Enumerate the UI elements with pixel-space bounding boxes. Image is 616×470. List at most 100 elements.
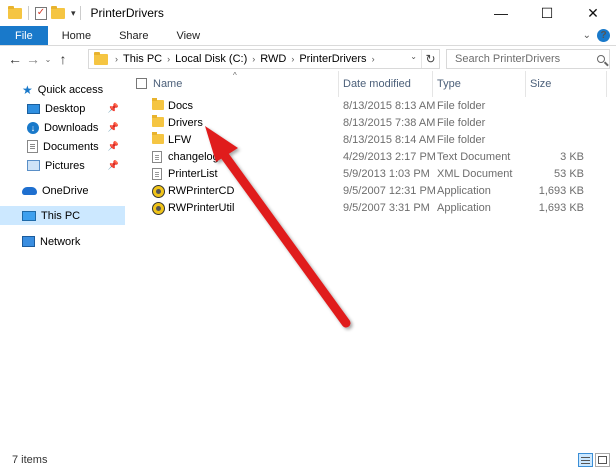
application-icon [152, 202, 165, 218]
properties-icon[interactable]: ✓ [35, 6, 47, 20]
breadcrumb-rwd[interactable]: RWD [258, 53, 288, 65]
table-row[interactable]: LFW 8/13/2015 8:14 AM File folder [130, 132, 616, 149]
sidebar-item-downloads[interactable]: ↓ Downloads 📌 [0, 118, 125, 137]
file-name: changelog [168, 151, 219, 163]
column-header-name[interactable]: Name [153, 78, 182, 90]
file-type: File folder [437, 100, 486, 112]
search-box[interactable]: Search PrinterDrivers [446, 49, 610, 69]
file-date: 4/29/2013 2:17 PM [343, 151, 436, 163]
breadcrumb-printerdrivers[interactable]: PrinterDrivers [297, 53, 368, 65]
column-divider[interactable] [338, 71, 339, 97]
tab-view[interactable]: View [162, 26, 214, 45]
column-header-date[interactable]: Date modified [343, 78, 411, 90]
sidebar-item-pictures[interactable]: Pictures 📌 [0, 156, 125, 175]
sidebar-item-label: Documents [43, 140, 99, 153]
column-divider[interactable] [606, 71, 607, 97]
table-row[interactable]: RWPrinterUtil 9/5/2007 3:31 PM Applicati… [130, 200, 616, 217]
search-input[interactable]: Search PrinterDrivers [455, 53, 560, 65]
sidebar-item-onedrive[interactable]: OneDrive [0, 181, 125, 200]
sort-ascending-icon: ^ [233, 71, 237, 80]
sidebar-item-label: Downloads [44, 121, 99, 134]
file-name: Docs [168, 100, 194, 112]
table-row[interactable]: PrinterList 5/9/2013 1:03 PM XML Documen… [130, 166, 616, 183]
navigation-bar: ← → ⌄ ↑ › This PC › Local Disk (C:) › RW… [0, 47, 616, 71]
pin-icon[interactable]: 📌 [108, 160, 119, 171]
folder-icon[interactable] [8, 5, 22, 19]
help-icon[interactable]: ? [597, 29, 610, 42]
application-icon [152, 185, 165, 201]
sidebar-item-network[interactable]: Network [0, 232, 125, 251]
pin-icon[interactable]: 📌 [108, 141, 119, 152]
column-header-type[interactable]: Type [437, 78, 461, 90]
pin-icon[interactable]: 📌 [108, 122, 119, 133]
back-button[interactable]: ← [6, 51, 24, 67]
expand-ribbon-icon[interactable]: ⌄ [583, 30, 591, 41]
chevron-right-icon[interactable]: › [164, 54, 173, 64]
column-header-size[interactable]: Size [530, 78, 551, 90]
forward-button[interactable]: → [24, 51, 42, 67]
large-icons-view-button[interactable] [595, 453, 610, 467]
table-row[interactable]: Drivers 8/13/2015 7:38 AM File folder [130, 115, 616, 132]
title-bar: ✓ ▾ PrinterDrivers — ☐ ✕ [0, 0, 616, 26]
search-icon[interactable] [597, 52, 605, 66]
new-folder-icon[interactable] [51, 5, 65, 19]
chevron-right-icon[interactable]: › [112, 54, 121, 64]
table-row[interactable]: changelog 4/29/2013 2:17 PM Text Documen… [130, 149, 616, 166]
maximize-button[interactable]: ☐ [524, 0, 570, 26]
sidebar-item-quick-access[interactable]: ★ Quick access [0, 80, 125, 99]
file-size: 1,693 KB [538, 185, 584, 197]
file-date: 9/5/2007 3:31 PM [343, 202, 430, 214]
toolbar-divider [28, 6, 29, 20]
chevron-right-icon[interactable]: › [288, 54, 297, 64]
window-controls: — ☐ ✕ [478, 0, 616, 26]
file-type: Text Document [437, 151, 511, 163]
star-icon: ★ [22, 82, 33, 97]
sidebar-item-desktop[interactable]: Desktop 📌 [0, 99, 125, 118]
column-headers: ^ Name Date modified Type Size [130, 71, 616, 97]
sidebar-item-this-pc[interactable]: This PC [0, 206, 125, 225]
minimize-button[interactable]: — [478, 0, 524, 26]
navigation-pane: ★ Quick access Desktop 📌 ↓ Downloads 📌 D… [0, 74, 125, 450]
breadcrumb-this-pc[interactable]: This PC [121, 53, 164, 65]
this-pc-icon [22, 210, 36, 221]
recent-locations-button[interactable]: ⌄ [42, 55, 54, 64]
table-row[interactable]: Docs 8/13/2015 8:13 AM File folder [130, 98, 616, 115]
file-type: XML Document [437, 168, 513, 180]
pictures-icon [27, 160, 40, 171]
pin-icon[interactable]: 📌 [108, 103, 119, 114]
sidebar-item-documents[interactable]: Documents 📌 [0, 137, 125, 156]
item-count: 7 items [12, 454, 48, 466]
onedrive-icon [22, 186, 37, 195]
quick-access-toolbar: ✓ ▾ [0, 0, 76, 26]
tab-file[interactable]: File [0, 26, 48, 45]
sidebar-item-label: This PC [41, 209, 81, 222]
close-button[interactable]: ✕ [570, 0, 616, 26]
documents-icon [27, 140, 38, 153]
tab-home[interactable]: Home [48, 26, 105, 45]
column-divider[interactable] [432, 71, 433, 97]
sidebar-item-label: Desktop [45, 102, 86, 115]
address-dropdown-icon[interactable]: ⌄ [410, 52, 417, 61]
file-date: 9/5/2007 12:31 PM [343, 185, 436, 197]
breadcrumb-local-disk[interactable]: Local Disk (C:) [173, 53, 249, 65]
sidebar-item-label: Pictures [45, 159, 85, 172]
column-divider[interactable] [525, 71, 526, 97]
address-bar[interactable]: › This PC › Local Disk (C:) › RWD › Prin… [88, 49, 440, 69]
file-size: 53 KB [554, 168, 584, 180]
chevron-right-icon[interactable]: › [369, 54, 378, 64]
downloads-icon: ↓ [27, 121, 39, 134]
file-name: LFW [168, 134, 192, 146]
tab-share[interactable]: Share [105, 26, 162, 45]
up-button[interactable]: ↑ [54, 51, 72, 67]
refresh-button[interactable]: ↻ [421, 50, 439, 68]
details-view-button[interactable] [578, 453, 593, 467]
xml-document-icon [152, 168, 162, 183]
customize-toolbar-icon[interactable]: ▾ [71, 8, 76, 19]
chevron-right-icon[interactable]: › [249, 54, 258, 64]
sidebar-item-label: OneDrive [42, 184, 89, 197]
table-row[interactable]: RWPrinterCD 9/5/2007 12:31 PM Applicatio… [130, 183, 616, 200]
window-title: PrinterDrivers [90, 6, 164, 20]
folder-icon [94, 51, 108, 65]
select-all-checkbox[interactable] [136, 78, 147, 89]
status-bar: 7 items [0, 450, 616, 470]
